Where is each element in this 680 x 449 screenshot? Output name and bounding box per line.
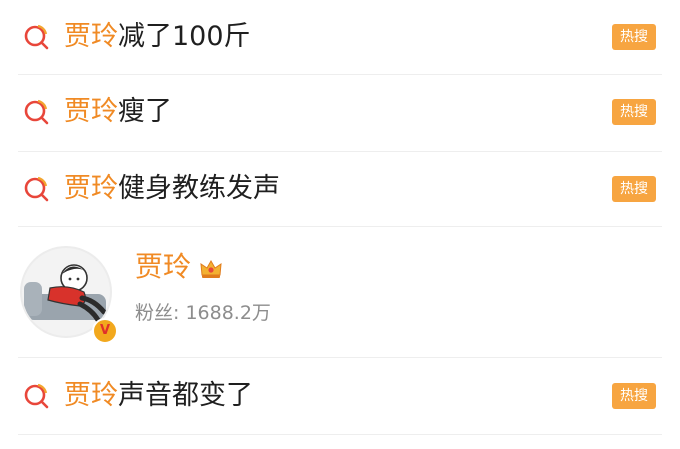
suggestion-row[interactable]: 贾玲瘦了 热搜 xyxy=(0,75,680,151)
suggestion-row[interactable]: 贾玲健身教练发声 热搜 xyxy=(0,152,680,226)
suggestion-text: 贾玲声音都变了 xyxy=(64,380,253,412)
search-icon xyxy=(24,24,49,50)
suggestion-text: 贾玲瘦了 xyxy=(64,96,172,128)
suggestion-rest: 健身教练发声 xyxy=(118,173,280,204)
search-icon xyxy=(24,383,49,409)
verified-badge: V xyxy=(92,318,118,344)
fans-label: 粉丝: xyxy=(135,302,180,324)
suggestion-text: 贾玲健身教练发声 xyxy=(64,173,280,205)
hot-search-badge: 热搜 xyxy=(612,99,656,125)
suggestion-rest: 减了100斤 xyxy=(118,21,251,52)
hot-search-badge: 热搜 xyxy=(612,383,656,409)
suggestion-row[interactable]: 贾玲减了100斤 热搜 xyxy=(0,0,680,74)
hot-search-badge: 热搜 xyxy=(612,176,656,202)
verified-mark: V xyxy=(99,323,111,338)
fans-count: 1688.2万 xyxy=(185,302,271,324)
suggestion-row[interactable]: 贾玲声音都变了 热搜 xyxy=(0,358,680,434)
suggestion-text: 贾玲减了100斤 xyxy=(64,21,251,53)
suggestion-keyword: 贾玲 xyxy=(64,173,118,204)
divider xyxy=(18,434,662,435)
user-name[interactable]: 贾玲 xyxy=(135,250,191,284)
suggestion-keyword: 贾玲 xyxy=(64,96,118,127)
suggestion-rest: 瘦了 xyxy=(118,96,172,127)
avatar-container[interactable]: V xyxy=(20,246,118,344)
suggestion-keyword: 贾玲 xyxy=(64,21,118,52)
search-icon xyxy=(24,99,49,125)
suggestion-rest: 声音都变了 xyxy=(118,380,253,411)
search-icon xyxy=(24,176,49,202)
suggestion-keyword: 贾玲 xyxy=(64,380,118,411)
hot-search-badge: 热搜 xyxy=(612,24,656,50)
fans-count-text: 粉丝: 1688.2万 xyxy=(135,301,271,325)
crown-icon xyxy=(200,259,222,278)
